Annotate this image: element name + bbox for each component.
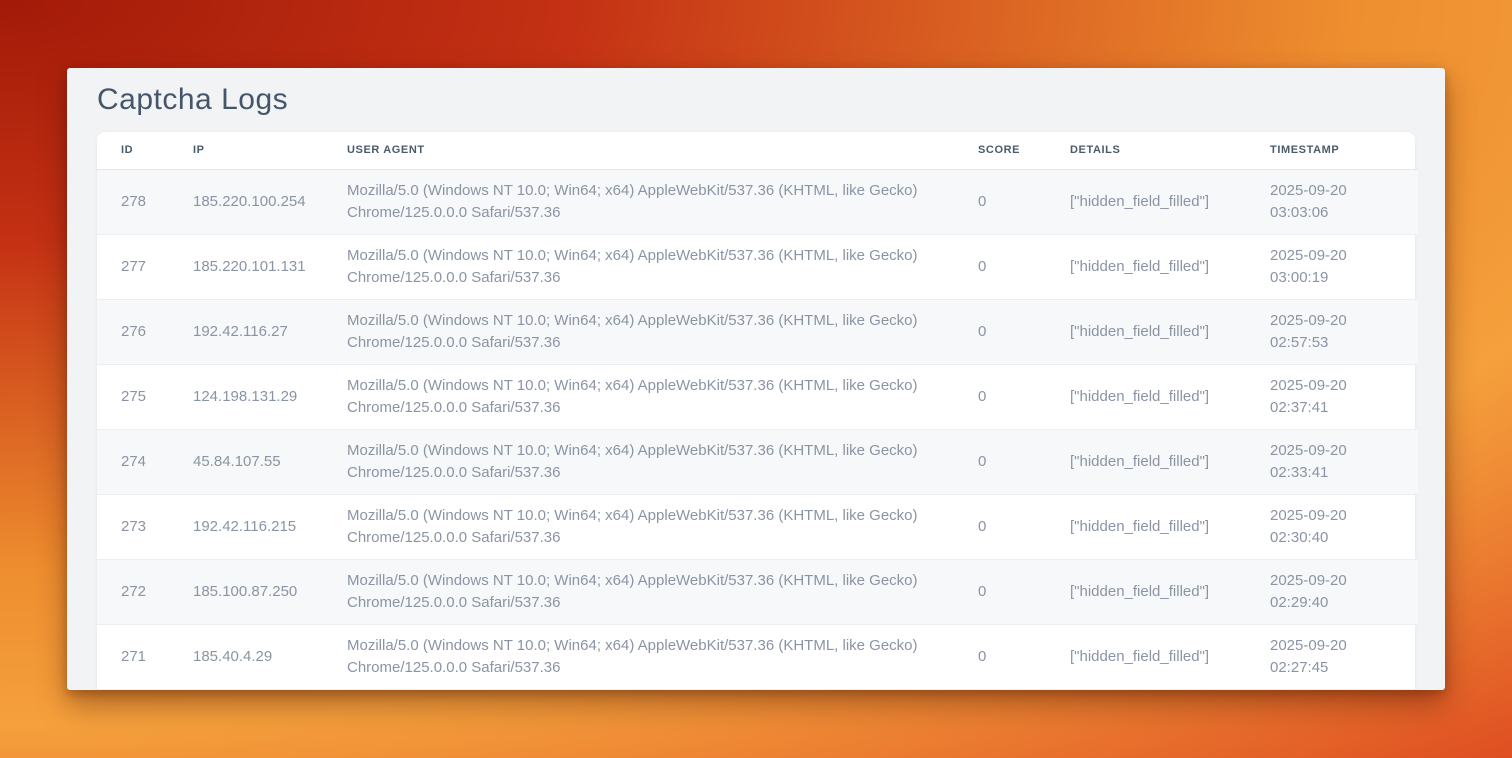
- cell-user-agent: Mozilla/5.0 (Windows NT 10.0; Win64; x64…: [347, 559, 978, 624]
- table-header: ID IP USER AGENT SCORE DETAILS TIMESTAMP: [97, 132, 1418, 169]
- table-body: 278 185.220.100.254 Mozilla/5.0 (Windows…: [97, 169, 1418, 689]
- column-header-ip: IP: [193, 132, 347, 169]
- cell-details: ["hidden_field_filled"]: [1070, 299, 1270, 364]
- cell-details: ["hidden_field_filled"]: [1070, 494, 1270, 559]
- cell-ip: 185.100.87.250: [193, 559, 347, 624]
- page-title: Captcha Logs: [97, 85, 1415, 115]
- table-row: 277 185.220.101.131 Mozilla/5.0 (Windows…: [97, 234, 1418, 299]
- cell-score: 0: [978, 169, 1070, 234]
- cell-timestamp: 2025-09-20 02:57:53: [1270, 299, 1418, 364]
- cell-details: ["hidden_field_filled"]: [1070, 364, 1270, 429]
- cell-ip: 185.40.4.29: [193, 624, 347, 689]
- cell-score: 0: [978, 364, 1070, 429]
- cell-user-agent: Mozilla/5.0 (Windows NT 10.0; Win64; x64…: [347, 624, 978, 689]
- table-row: 273 192.42.116.215 Mozilla/5.0 (Windows …: [97, 494, 1418, 559]
- cell-score: 0: [978, 624, 1070, 689]
- cell-details: ["hidden_field_filled"]: [1070, 234, 1270, 299]
- column-header-useragent: USER AGENT: [347, 132, 978, 169]
- column-header-details: DETAILS: [1070, 132, 1270, 169]
- cell-id: 278: [97, 169, 193, 234]
- cell-timestamp: 2025-09-20 02:30:40: [1270, 494, 1418, 559]
- table-row: 276 192.42.116.27 Mozilla/5.0 (Windows N…: [97, 299, 1418, 364]
- cell-details: ["hidden_field_filled"]: [1070, 169, 1270, 234]
- cell-score: 0: [978, 559, 1070, 624]
- table-row: 271 185.40.4.29 Mozilla/5.0 (Windows NT …: [97, 624, 1418, 689]
- cell-score: 0: [978, 429, 1070, 494]
- cell-id: 275: [97, 364, 193, 429]
- captcha-logs-panel: Captcha Logs ID IP USER AGENT SCORE DETA…: [67, 68, 1445, 690]
- cell-score: 0: [978, 299, 1070, 364]
- cell-user-agent: Mozilla/5.0 (Windows NT 10.0; Win64; x64…: [347, 429, 978, 494]
- cell-ip: 124.198.131.29: [193, 364, 347, 429]
- cell-id: 271: [97, 624, 193, 689]
- cell-details: ["hidden_field_filled"]: [1070, 429, 1270, 494]
- cell-user-agent: Mozilla/5.0 (Windows NT 10.0; Win64; x64…: [347, 494, 978, 559]
- cell-ip: 192.42.116.215: [193, 494, 347, 559]
- table-row: 275 124.198.131.29 Mozilla/5.0 (Windows …: [97, 364, 1418, 429]
- cell-details: ["hidden_field_filled"]: [1070, 559, 1270, 624]
- cell-id: 276: [97, 299, 193, 364]
- cell-id: 273: [97, 494, 193, 559]
- cell-timestamp: 2025-09-20 02:29:40: [1270, 559, 1418, 624]
- cell-ip: 192.42.116.27: [193, 299, 347, 364]
- cell-timestamp: 2025-09-20 02:37:41: [1270, 364, 1418, 429]
- cell-user-agent: Mozilla/5.0 (Windows NT 10.0; Win64; x64…: [347, 299, 978, 364]
- cell-score: 0: [978, 494, 1070, 559]
- column-header-score: SCORE: [978, 132, 1070, 169]
- cell-id: 274: [97, 429, 193, 494]
- cell-user-agent: Mozilla/5.0 (Windows NT 10.0; Win64; x64…: [347, 169, 978, 234]
- cell-ip: 45.84.107.55: [193, 429, 347, 494]
- cell-score: 0: [978, 234, 1070, 299]
- cell-ip: 185.220.100.254: [193, 169, 347, 234]
- cell-user-agent: Mozilla/5.0 (Windows NT 10.0; Win64; x64…: [347, 234, 978, 299]
- cell-timestamp: 2025-09-20 03:00:19: [1270, 234, 1418, 299]
- logs-table-card: ID IP USER AGENT SCORE DETAILS TIMESTAMP…: [97, 132, 1415, 690]
- cell-id: 277: [97, 234, 193, 299]
- cell-timestamp: 2025-09-20 03:03:06: [1270, 169, 1418, 234]
- table-row: 272 185.100.87.250 Mozilla/5.0 (Windows …: [97, 559, 1418, 624]
- cell-timestamp: 2025-09-20 02:33:41: [1270, 429, 1418, 494]
- cell-ip: 185.220.101.131: [193, 234, 347, 299]
- cell-id: 272: [97, 559, 193, 624]
- logs-table: ID IP USER AGENT SCORE DETAILS TIMESTAMP…: [97, 132, 1418, 690]
- cell-details: ["hidden_field_filled"]: [1070, 624, 1270, 689]
- cell-user-agent: Mozilla/5.0 (Windows NT 10.0; Win64; x64…: [347, 364, 978, 429]
- column-header-id: ID: [97, 132, 193, 169]
- table-row: 274 45.84.107.55 Mozilla/5.0 (Windows NT…: [97, 429, 1418, 494]
- column-header-timestamp: TIMESTAMP: [1270, 132, 1418, 169]
- table-row: 278 185.220.100.254 Mozilla/5.0 (Windows…: [97, 169, 1418, 234]
- cell-timestamp: 2025-09-20 02:27:45: [1270, 624, 1418, 689]
